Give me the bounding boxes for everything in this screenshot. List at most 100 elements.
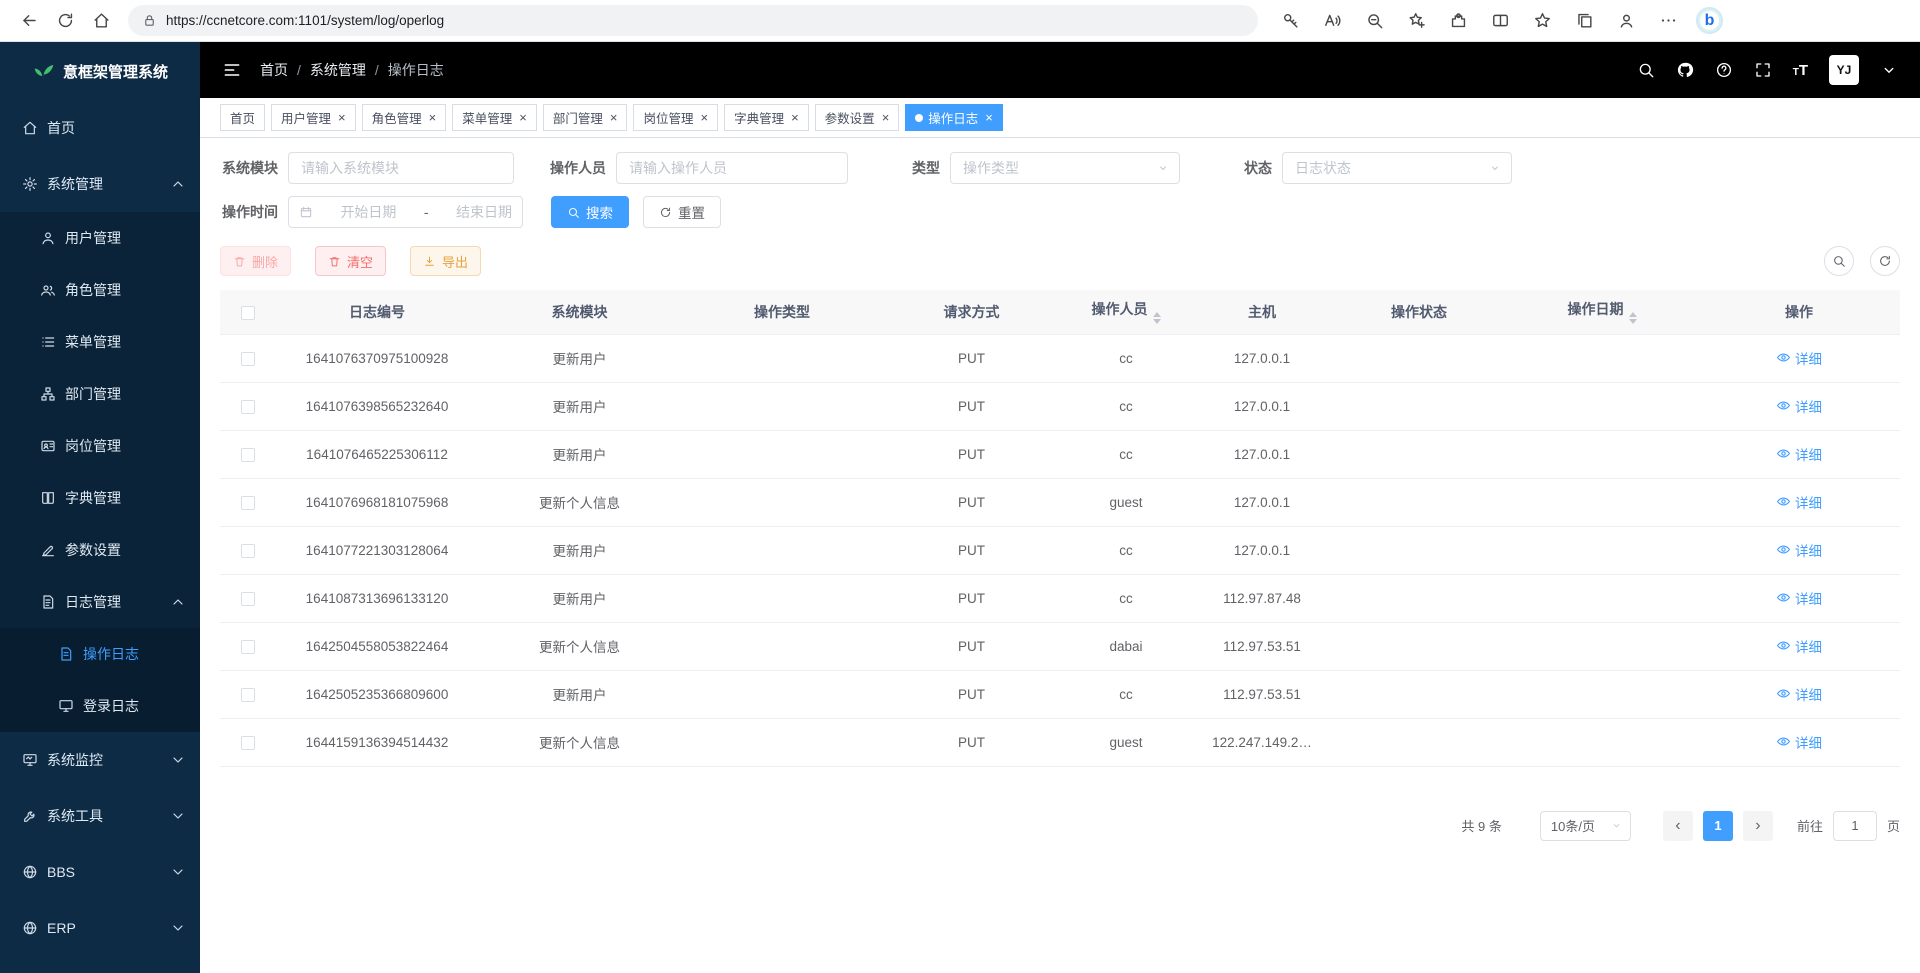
- sidebar-item-operation-log[interactable]: 操作日志: [0, 628, 200, 680]
- detail-link[interactable]: 详细: [1776, 444, 1822, 464]
- fullscreen-icon[interactable]: [1754, 61, 1772, 79]
- sidebar-item-system-management[interactable]: 系统管理: [0, 156, 200, 212]
- tab-close-icon[interactable]: ×: [338, 111, 346, 124]
- sidebar-item-system-tools[interactable]: 系统工具: [0, 788, 200, 844]
- tab-item-8[interactable]: 操作日志×: [905, 104, 1003, 131]
- tab-item-7[interactable]: 参数设置×: [815, 104, 900, 131]
- row-checkbox[interactable]: [241, 592, 255, 606]
- sidebar-item-role-management[interactable]: 角色管理: [0, 264, 200, 316]
- tab-item-0[interactable]: 首页: [220, 104, 265, 131]
- font-size-icon[interactable]: TT: [1793, 62, 1808, 79]
- tab-item-4[interactable]: 部门管理×: [543, 104, 628, 131]
- delete-button[interactable]: 删除: [220, 246, 291, 276]
- help-icon[interactable]: [1715, 61, 1733, 79]
- detail-link[interactable]: 详细: [1776, 396, 1822, 416]
- row-checkbox[interactable]: [241, 448, 255, 462]
- goto-page-input[interactable]: [1833, 811, 1877, 841]
- select-all-checkbox[interactable]: [241, 306, 255, 320]
- sidebar-item-bbs[interactable]: BBS: [0, 844, 200, 900]
- row-checkbox[interactable]: [241, 400, 255, 414]
- prev-page-button[interactable]: ‹: [1663, 811, 1693, 841]
- breadcrumb-item[interactable]: 系统管理: [310, 60, 366, 80]
- sidebar-item-home[interactable]: 首页: [0, 100, 200, 156]
- clear-button[interactable]: 清空: [315, 246, 386, 276]
- detail-link[interactable]: 详细: [1776, 492, 1822, 512]
- browser-profile-button[interactable]: [1612, 7, 1640, 35]
- tab-close-icon[interactable]: ×: [610, 111, 618, 124]
- type-select[interactable]: 操作类型: [950, 152, 1180, 184]
- current-page[interactable]: 1: [1703, 811, 1733, 841]
- tab-item-3[interactable]: 菜单管理×: [452, 104, 537, 131]
- sidebar-item-menu-management[interactable]: 菜单管理: [0, 316, 200, 368]
- tab-close-icon[interactable]: ×: [700, 111, 708, 124]
- address-bar[interactable]: https://ccnetcore.com:1101/system/log/op…: [128, 5, 1258, 36]
- password-key-button[interactable]: [1276, 7, 1304, 35]
- row-checkbox[interactable]: [241, 640, 255, 654]
- tab-item-2[interactable]: 角色管理×: [362, 104, 447, 131]
- export-button[interactable]: 导出: [410, 246, 481, 276]
- detail-link[interactable]: 详细: [1776, 348, 1822, 368]
- split-screen-button[interactable]: [1486, 7, 1514, 35]
- reset-button[interactable]: 重置: [643, 196, 721, 228]
- refresh-table-button[interactable]: [1870, 246, 1900, 276]
- operator-input[interactable]: [616, 152, 848, 184]
- detail-link[interactable]: 详细: [1776, 684, 1822, 704]
- tab-item-1[interactable]: 用户管理×: [271, 104, 356, 131]
- sidebar-item-user-management[interactable]: 用户管理: [0, 212, 200, 264]
- collections-button[interactable]: [1570, 7, 1598, 35]
- detail-link[interactable]: 详细: [1776, 540, 1822, 560]
- hamburger-icon[interactable]: [222, 60, 242, 80]
- sidebar-item-log-management[interactable]: 日志管理: [0, 576, 200, 628]
- sidebar-item-param-settings[interactable]: 参数设置: [0, 524, 200, 576]
- extensions-button[interactable]: [1444, 7, 1472, 35]
- favorites-button[interactable]: [1528, 7, 1556, 35]
- next-page-button[interactable]: ›: [1743, 811, 1773, 841]
- eye-icon: [1776, 638, 1791, 653]
- sidebar-item-post-management[interactable]: 岗位管理: [0, 420, 200, 472]
- bing-icon[interactable]: b: [1696, 7, 1723, 34]
- tab-close-icon[interactable]: ×: [519, 111, 527, 124]
- row-checkbox[interactable]: [241, 736, 255, 750]
- sidebar-item-login-log[interactable]: 登录日志: [0, 680, 200, 732]
- sort-carets-icon[interactable]: [1629, 312, 1637, 324]
- row-checkbox[interactable]: [241, 688, 255, 702]
- browser-home-button[interactable]: [84, 4, 118, 38]
- add-favorite-button[interactable]: [1402, 7, 1430, 35]
- breadcrumb-item[interactable]: 首页: [260, 60, 288, 80]
- browser-back-button[interactable]: [12, 4, 46, 38]
- tab-close-icon[interactable]: ×: [429, 111, 437, 124]
- sort-carets-icon[interactable]: [1153, 312, 1161, 324]
- column-header[interactable]: 操作人员: [1060, 290, 1192, 334]
- search-icon[interactable]: [1637, 61, 1655, 79]
- zoom-out-button[interactable]: [1360, 7, 1388, 35]
- read-aloud-button[interactable]: [1318, 7, 1346, 35]
- detail-link[interactable]: 详细: [1776, 588, 1822, 608]
- toggle-search-button[interactable]: [1824, 246, 1854, 276]
- tab-item-5[interactable]: 岗位管理×: [633, 104, 718, 131]
- sidebar-item-erp[interactable]: ERP: [0, 900, 200, 956]
- sidebar-item-dict-management[interactable]: 字典管理: [0, 472, 200, 524]
- detail-link[interactable]: 详细: [1776, 732, 1822, 752]
- search-button[interactable]: 搜索: [551, 196, 629, 228]
- sidebar-item-dept-management[interactable]: 部门管理: [0, 368, 200, 420]
- tab-item-6[interactable]: 字典管理×: [724, 104, 809, 131]
- tab-close-icon[interactable]: ×: [882, 111, 890, 124]
- tab-close-icon[interactable]: ×: [985, 111, 993, 124]
- column-header[interactable]: 操作日期: [1506, 290, 1698, 334]
- tab-close-icon[interactable]: ×: [791, 111, 799, 124]
- row-checkbox[interactable]: [241, 544, 255, 558]
- chevron-down-icon[interactable]: [1880, 61, 1898, 79]
- browser-more-button[interactable]: [1654, 7, 1682, 35]
- avatar[interactable]: YJ: [1829, 55, 1859, 85]
- row-checkbox[interactable]: [241, 496, 255, 510]
- status-select[interactable]: 日志状态: [1282, 152, 1512, 184]
- sidebar-item-yi-framework[interactable]: Yi框架: [0, 956, 200, 973]
- github-icon[interactable]: [1676, 61, 1694, 79]
- module-input[interactable]: [288, 152, 514, 184]
- detail-link[interactable]: 详细: [1776, 636, 1822, 656]
- sidebar-item-system-monitor[interactable]: 系统监控: [0, 732, 200, 788]
- row-checkbox[interactable]: [241, 352, 255, 366]
- page-size-select[interactable]: 10条/页: [1540, 811, 1631, 841]
- date-range-picker[interactable]: 开始日期 - 结束日期: [288, 196, 523, 228]
- browser-refresh-button[interactable]: [48, 4, 82, 38]
